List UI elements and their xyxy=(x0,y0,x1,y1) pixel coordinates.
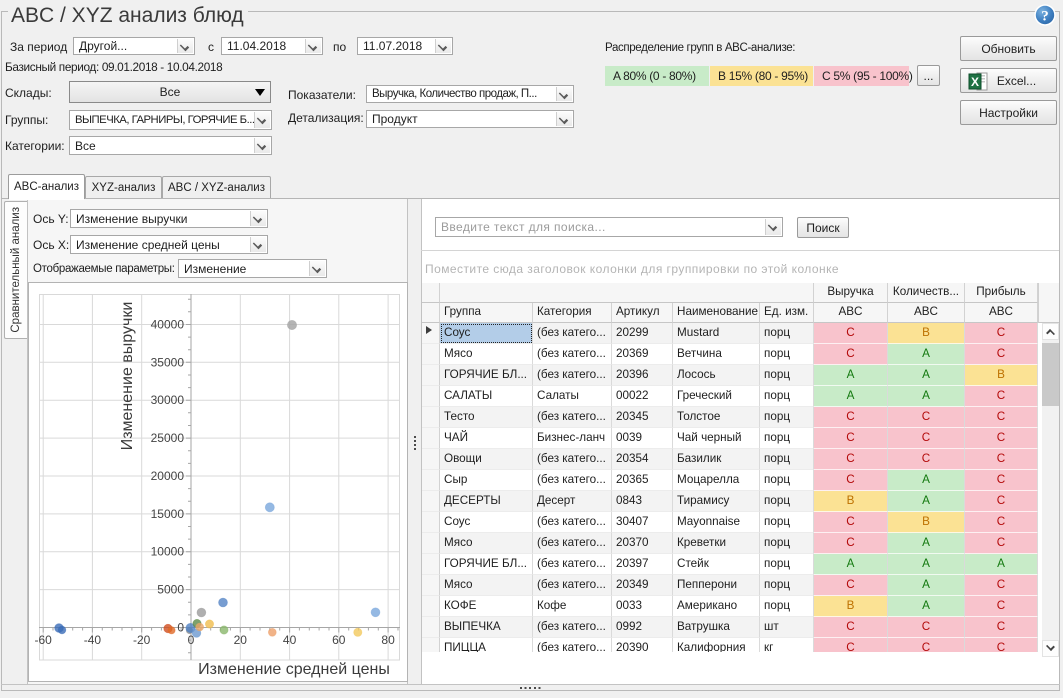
svg-text:-40: -40 xyxy=(84,633,102,647)
svg-text:-60: -60 xyxy=(35,633,53,647)
svg-text:80: 80 xyxy=(381,633,395,647)
svg-text:20000: 20000 xyxy=(151,469,185,483)
svg-text:Изменение средней цены: Изменение средней цены xyxy=(198,661,390,678)
svg-text:X: X xyxy=(971,75,979,89)
svg-text:35000: 35000 xyxy=(151,355,185,369)
svg-text:25000: 25000 xyxy=(151,431,185,445)
svg-text:30000: 30000 xyxy=(151,393,185,407)
svg-text:20: 20 xyxy=(234,633,248,647)
svg-text:40: 40 xyxy=(283,633,297,647)
svg-text:15000: 15000 xyxy=(151,507,185,521)
svg-text:60: 60 xyxy=(332,633,346,647)
svg-text:Изменение выручки: Изменение выручки xyxy=(119,302,136,451)
svg-text:40000: 40000 xyxy=(151,318,185,332)
svg-text:10000: 10000 xyxy=(151,545,185,559)
svg-text:5000: 5000 xyxy=(157,583,184,597)
svg-text:-20: -20 xyxy=(133,633,151,647)
svg-text:?: ? xyxy=(1041,9,1049,25)
svg-text:0: 0 xyxy=(177,621,184,635)
